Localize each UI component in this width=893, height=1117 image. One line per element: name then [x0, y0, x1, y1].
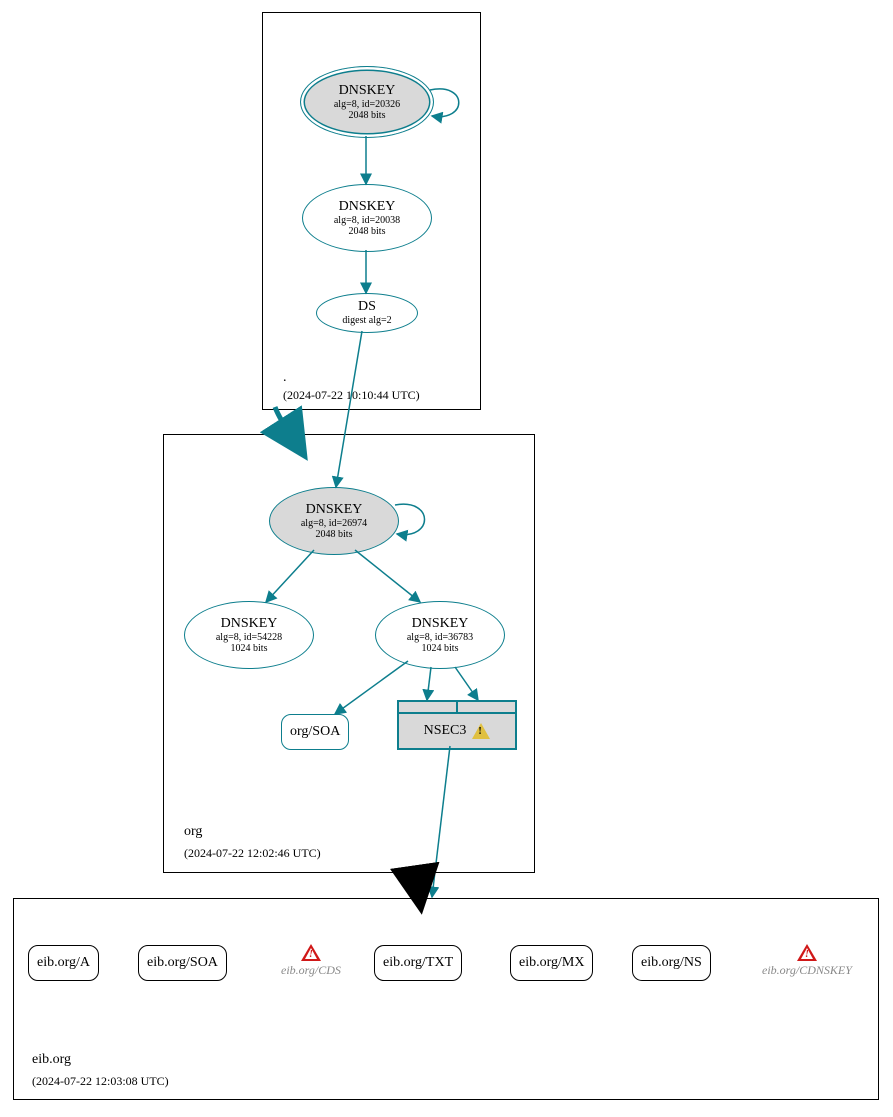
leaf-eib-soa: eib.org/SOA: [138, 945, 227, 981]
dnskey-sub: alg=8, id=20326: [334, 99, 400, 111]
nsec3-label: NSEC3: [424, 723, 467, 739]
dnskey-title: DNSKEY: [306, 502, 363, 518]
dnskey-sub: 1024 bits: [422, 643, 459, 655]
error-icon: [301, 944, 321, 961]
node-root-ksk: DNSKEY alg=8, id=20326 2048 bits: [300, 66, 434, 138]
leaf-eib-ns: eib.org/NS: [632, 945, 711, 981]
dnskey-title: DNSKEY: [339, 199, 396, 215]
dnskey-title: DNSKEY: [412, 616, 469, 632]
node-org-zsk2: DNSKEY alg=8, id=36783 1024 bits: [375, 601, 505, 669]
dnskey-sub: 1024 bits: [231, 643, 268, 655]
dnskey-sub: alg=8, id=54228: [216, 632, 282, 644]
dnskey-title: DNSKEY: [221, 616, 278, 632]
ds-title: DS: [358, 299, 376, 315]
node-org-zsk1: DNSKEY alg=8, id=54228 1024 bits: [184, 601, 314, 669]
node-root-zsk: DNSKEY alg=8, id=20038 2048 bits: [302, 184, 432, 252]
ds-sub: digest alg=2: [342, 315, 391, 327]
node-org-ksk: DNSKEY alg=8, id=26974 2048 bits: [269, 487, 399, 555]
dnskey-sub: alg=8, id=20038: [334, 215, 400, 227]
warning-icon: [472, 723, 490, 739]
leaf-eib-cds: eib.org/CDS: [281, 944, 341, 978]
leaf-eib-a: eib.org/A: [28, 945, 99, 981]
zone-root-timestamp: (2024-07-22 10:10:44 UTC): [283, 388, 420, 403]
zone-org-timestamp: (2024-07-22 12:02:46 UTC): [184, 846, 321, 861]
zone-eib-label: eib.org: [32, 1052, 71, 1068]
zone-org-label: org: [184, 824, 202, 840]
zone-eib: [13, 898, 879, 1100]
node-root-ds: DS digest alg=2: [316, 293, 418, 333]
leaf-label: eib.org/CDNSKEY: [762, 963, 852, 978]
zone-eib-timestamp: (2024-07-22 12:03:08 UTC): [32, 1074, 169, 1089]
leaf-eib-cdnskey: eib.org/CDNSKEY: [762, 944, 852, 978]
dnskey-sub: alg=8, id=26974: [301, 518, 367, 530]
node-org-soa: org/SOA: [281, 714, 349, 750]
dnskey-title: DNSKEY: [339, 83, 396, 99]
leaf-label: eib.org/CDS: [281, 963, 341, 978]
dnskey-sub: 2048 bits: [316, 529, 353, 541]
zone-root-label: .: [283, 370, 287, 386]
node-nsec3: NSEC3: [397, 700, 517, 750]
leaf-eib-txt: eib.org/TXT: [374, 945, 462, 981]
dnskey-sub: 2048 bits: [349, 226, 386, 238]
leaf-eib-mx: eib.org/MX: [510, 945, 593, 981]
error-icon: [797, 944, 817, 961]
dnskey-sub: alg=8, id=36783: [407, 632, 473, 644]
nsec3-tabs: [399, 702, 515, 714]
dnskey-sub: 2048 bits: [349, 110, 386, 122]
